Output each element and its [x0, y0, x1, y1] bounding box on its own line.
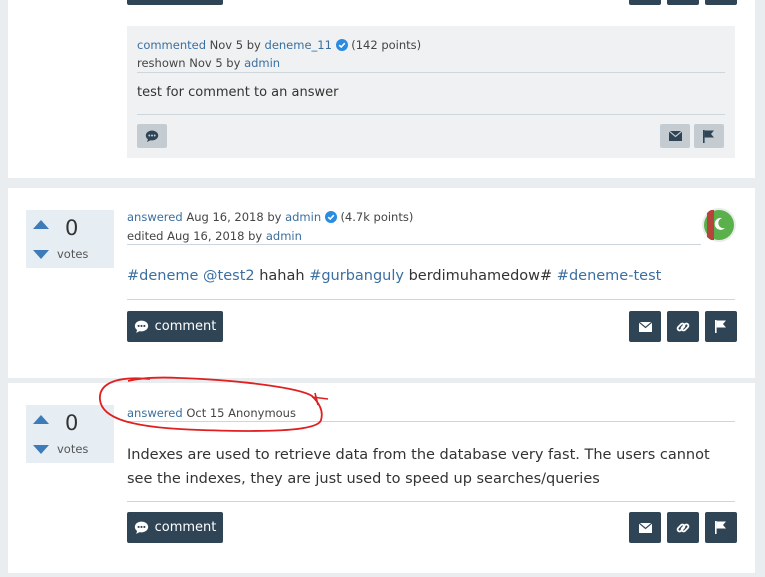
- answer-meta-rest: Oct 15 Anonymous: [186, 406, 296, 420]
- answer-by: by: [267, 210, 282, 224]
- vote-down-button[interactable]: [33, 445, 49, 454]
- link-icon: [676, 523, 690, 532]
- answer-card-2: 0 votes answered Oct 15 Anonymous Indexe…: [8, 383, 755, 573]
- edited-prefix: edited Aug 16, 2018 by: [127, 229, 263, 243]
- email-button[interactable]: [629, 311, 661, 342]
- comment-points: (142 points): [351, 38, 422, 52]
- answer-divider-1: [127, 244, 701, 245]
- answer-card-top: commented Nov 5 by deneme_11 (142 points…: [8, 0, 755, 178]
- flag-icon: [703, 129, 714, 143]
- verified-icon: [324, 211, 337, 226]
- comment-button[interactable]: comment: [127, 311, 223, 342]
- speech-bubble-icon: [145, 130, 159, 142]
- comment-action-link[interactable]: commented: [137, 38, 206, 52]
- answer-action-link[interactable]: answered: [127, 406, 183, 420]
- envelope-icon: [668, 131, 682, 141]
- flag-icon: [715, 320, 726, 333]
- verified-icon: [335, 39, 348, 54]
- vote-box: 0 votes: [26, 405, 114, 463]
- answer-edited: edited Aug 16, 2018 by admin: [127, 229, 302, 243]
- answer-divider-2: [127, 501, 735, 502]
- envelope-icon: [638, 522, 652, 533]
- reply-comment-button[interactable]: [137, 124, 167, 148]
- hashtag-link[interactable]: #deneme-test: [557, 268, 662, 284]
- answer-action-link[interactable]: answered: [127, 210, 183, 224]
- comment-flag-button[interactable]: [694, 124, 724, 148]
- comment-email-button[interactable]: [660, 124, 690, 148]
- vote-count: 0: [65, 216, 79, 240]
- comment-divider-1: [137, 72, 725, 73]
- answer-body: #deneme @test2 hahah #gurbanguly berdimu…: [127, 268, 661, 284]
- answer-meta: answered Oct 15 Anonymous: [127, 406, 296, 420]
- link-button[interactable]: [667, 311, 699, 342]
- body-text: berdimuhamedow#: [408, 268, 553, 284]
- answer-card-1: 0 votes answered Aug 16, 2018 by admin (…: [8, 188, 755, 378]
- hashtag-link[interactable]: #deneme: [127, 268, 198, 284]
- flag-icon: [715, 521, 726, 534]
- answer-divider-2: [127, 299, 735, 300]
- vote-up-button[interactable]: [33, 415, 49, 424]
- flag-button-partial[interactable]: [705, 0, 737, 5]
- comment-button-label: comment: [154, 520, 217, 535]
- comment-body: test for comment to an answer: [137, 85, 339, 100]
- answer-user-link[interactable]: admin: [285, 210, 321, 224]
- votes-label: votes: [57, 247, 89, 261]
- answer-points: (4.7k points): [340, 210, 414, 224]
- link-button[interactable]: [667, 512, 699, 543]
- link-button-partial[interactable]: [667, 0, 699, 5]
- answer-divider-1: [127, 421, 735, 422]
- votes-label: votes: [57, 442, 89, 456]
- envelope-icon: [638, 321, 652, 332]
- answer-meta: answered Aug 16, 2018 by admin (4.7k poi…: [127, 210, 413, 226]
- reshown-prefix: reshown Nov 5 by: [137, 56, 241, 70]
- vote-up-button[interactable]: [33, 220, 49, 229]
- email-button[interactable]: [629, 512, 661, 543]
- comment-button-partial[interactable]: [127, 0, 223, 5]
- hashtag-link[interactable]: #gurbanguly: [309, 268, 404, 284]
- comment-by: by: [246, 38, 261, 52]
- edited-user-link[interactable]: admin: [266, 229, 302, 243]
- comment-reshown: reshown Nov 5 by admin: [137, 56, 280, 70]
- speech-bubble-icon: [134, 320, 148, 333]
- flag-button[interactable]: [705, 512, 737, 543]
- comment-date: Nov 5: [209, 38, 244, 52]
- answer-body: Indexes are used to retrieve data from t…: [127, 447, 710, 487]
- comment-meta: commented Nov 5 by deneme_11 (142 points…: [137, 38, 421, 54]
- reshown-user-link[interactable]: admin: [244, 56, 280, 70]
- comment-divider-2: [137, 114, 725, 115]
- comment-button[interactable]: comment: [127, 512, 223, 543]
- speech-bubble-icon: [134, 521, 148, 534]
- vote-down-button[interactable]: [33, 250, 49, 259]
- flag-button[interactable]: [705, 311, 737, 342]
- body-text: hahah: [259, 268, 305, 284]
- vote-box: 0 votes: [26, 210, 114, 268]
- comment-button-label: comment: [154, 319, 217, 334]
- email-button-partial[interactable]: [629, 0, 661, 5]
- vote-count: 0: [65, 411, 79, 435]
- comment-user-link[interactable]: deneme_11: [265, 38, 332, 52]
- mention-link[interactable]: @test2: [203, 268, 255, 284]
- comment-box: commented Nov 5 by deneme_11 (142 points…: [127, 26, 735, 158]
- avatar[interactable]: [702, 208, 736, 242]
- link-icon: [676, 322, 690, 331]
- answer-date: Aug 16, 2018: [186, 210, 264, 224]
